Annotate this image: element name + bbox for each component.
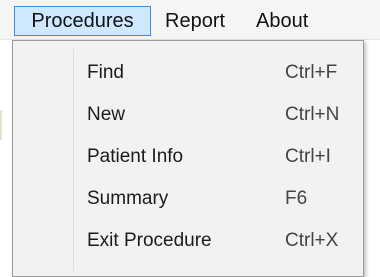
menu-item-exit-procedure[interactable]: Exit Procedure Ctrl+X: [15, 221, 361, 261]
menu-bar: Procedures Report About: [0, 0, 380, 40]
menu-item-summary[interactable]: Summary F6: [15, 179, 361, 219]
menu-item-label: Patient Info: [87, 146, 184, 167]
menu-item-label: Find: [87, 62, 124, 83]
menu-item-shortcut: F6: [285, 188, 308, 209]
menu-item-label: New: [87, 104, 126, 125]
menu-item-label: Exit Procedure: [87, 230, 212, 251]
menu-report[interactable]: Report: [165, 6, 237, 36]
menu-item-shortcut: Ctrl+N: [285, 104, 340, 125]
menu-item-label: Summary: [87, 188, 169, 209]
window-edge-artifact: [0, 110, 2, 140]
menu-item-patient-info[interactable]: Patient Info Ctrl+I: [15, 137, 361, 177]
menu-item-shortcut: Ctrl+I: [285, 146, 331, 167]
menu-item-find[interactable]: Find Ctrl+F: [15, 53, 361, 93]
menu-procedures[interactable]: Procedures: [14, 6, 151, 36]
procedures-dropdown-menu: Find Ctrl+F New Ctrl+N Patient Info Ctrl…: [12, 40, 364, 277]
app-window: Procedures Report About Find Ctrl+F New …: [0, 0, 380, 277]
menu-item-shortcut: Ctrl+X: [285, 230, 339, 251]
menu-item-shortcut: Ctrl+F: [285, 62, 338, 83]
menu-about[interactable]: About: [256, 6, 320, 36]
menu-item-new[interactable]: New Ctrl+N: [15, 95, 361, 135]
